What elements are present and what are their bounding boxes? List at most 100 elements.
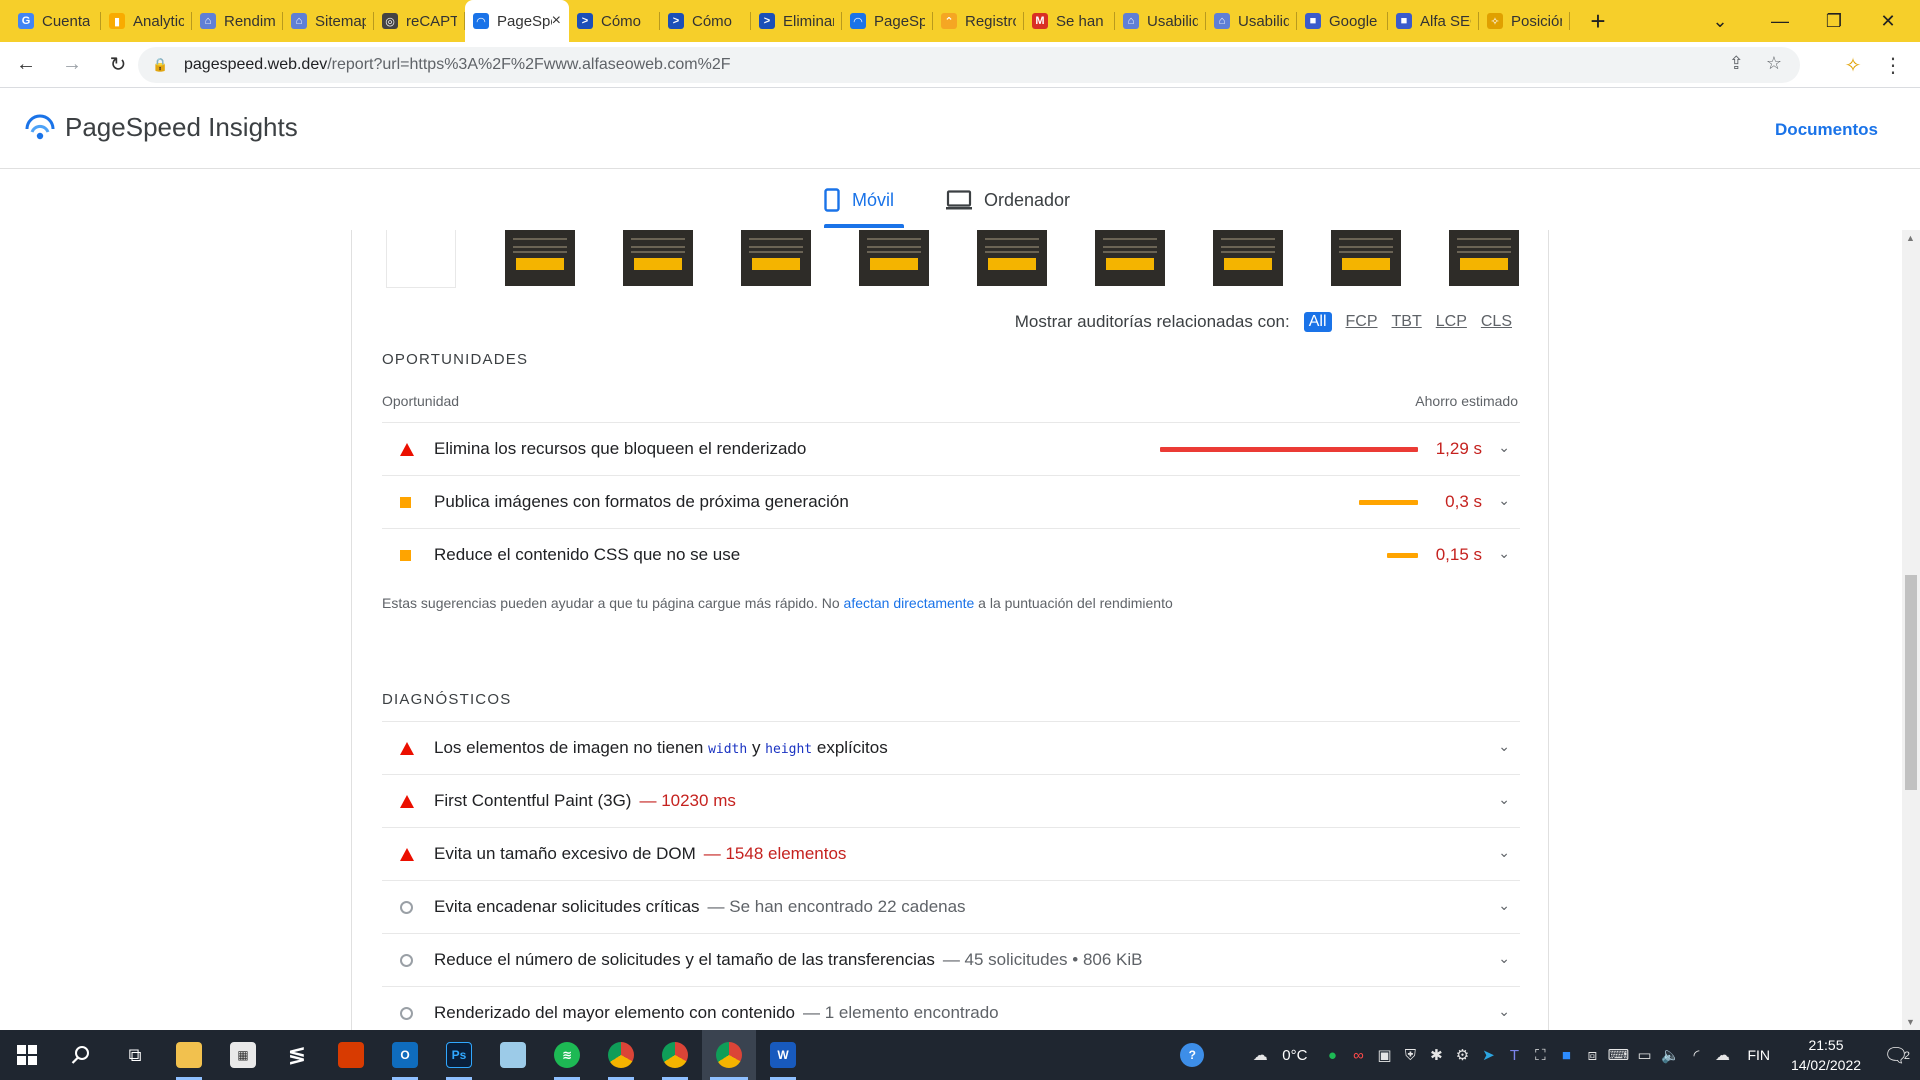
browser-tab[interactable]: ▮ Analytics — [101, 0, 192, 42]
browser-tab[interactable]: > Eliminar — [751, 0, 842, 42]
diagnostic-row[interactable]: First Contentful Paint (3G) — 10230 ms ⌄ — [382, 774, 1520, 827]
lock-icon[interactable]: 🔒 — [152, 57, 168, 73]
forward-icon[interactable]: → — [52, 45, 92, 85]
tab-mobile[interactable]: Móvil — [824, 170, 904, 230]
docs-link[interactable]: Documentos — [1775, 120, 1878, 140]
diagnostic-row[interactable]: Evita encadenar solicitudes críticas — Se… — [382, 880, 1520, 933]
tab-search-icon[interactable]: ⌄ — [1690, 0, 1750, 42]
browser-tab[interactable]: ⌂ Usabilidad — [1115, 0, 1206, 42]
spotify-icon[interactable]: ≋ — [540, 1030, 594, 1080]
diagnostic-row[interactable]: Evita un tamaño excesivo de DOM — 1548 el… — [382, 827, 1520, 880]
chrome-profile-2-icon[interactable] — [648, 1030, 702, 1080]
opportunity-row[interactable]: Elimina los recursos que bloqueen el ren… — [382, 422, 1520, 475]
browser-tab[interactable]: ■ Google — [1297, 0, 1388, 42]
chevron-down-icon[interactable]: ⌄ — [1498, 950, 1510, 967]
chevron-down-icon[interactable]: ⌄ — [1498, 492, 1510, 509]
close-tab-icon[interactable]: × — [552, 12, 561, 30]
wifi-icon[interactable]: ◜ — [1683, 1042, 1709, 1068]
teams-icon[interactable]: T — [1501, 1042, 1527, 1068]
tab-desktop[interactable]: Ordenador — [946, 170, 1070, 230]
browser-tab[interactable]: > Cómo — [569, 0, 660, 42]
browser-menu-icon[interactable]: ⋮ — [1878, 50, 1908, 80]
extension-icon[interactable]: ✧ — [1838, 50, 1868, 80]
temperature[interactable]: 0°C — [1282, 1047, 1307, 1064]
filter-cls[interactable]: CLS — [1481, 313, 1512, 331]
chevron-down-icon[interactable]: ⌄ — [1498, 545, 1510, 562]
weather-icon[interactable]: ☁ — [1238, 1042, 1282, 1068]
reload-icon[interactable]: ↻ — [98, 45, 138, 85]
browser-tab[interactable]: M Se han — [1024, 0, 1115, 42]
input-icon[interactable]: ⌨ — [1605, 1042, 1631, 1068]
slack-icon[interactable]: ✱ — [1423, 1042, 1449, 1068]
chevron-down-icon[interactable]: ⌄ — [1498, 738, 1510, 755]
creative-cloud-icon[interactable]: ∞ — [1345, 1042, 1371, 1068]
page-scrollbar[interactable]: ▲ ▼ — [1902, 230, 1920, 1030]
slash-app-icon[interactable]: ≶ — [270, 1030, 324, 1080]
address-bar[interactable]: 🔒 pagespeed.web.dev/report?url=https%3A%… — [138, 47, 1800, 83]
notifications-icon[interactable]: 🗨 2 — [1872, 1042, 1920, 1068]
new-tab-button[interactable]: + — [1580, 3, 1616, 39]
windows-start-icon[interactable] — [0, 1030, 54, 1080]
browser-tab[interactable]: ◎ reCAPTCHA — [374, 0, 465, 42]
scrollbar-thumb[interactable] — [1905, 575, 1917, 790]
security-icon[interactable]: ⛨ — [1397, 1042, 1423, 1068]
filter-lcp[interactable]: LCP — [1436, 313, 1467, 331]
pagespeed-logo-icon[interactable] — [24, 111, 56, 143]
chevron-down-icon[interactable]: ⌄ — [1498, 439, 1510, 456]
battery-icon[interactable]: ▭ — [1631, 1042, 1657, 1068]
browser-tab[interactable]: ⌂ Usabilidad — [1206, 0, 1297, 42]
restore-icon[interactable]: ❐ — [1804, 0, 1864, 42]
word-icon[interactable]: W — [756, 1030, 810, 1080]
filter-tbt[interactable]: TBT — [1392, 313, 1422, 331]
telegram-icon[interactable]: ➤ — [1475, 1042, 1501, 1068]
outlook-icon[interactable]: O — [378, 1030, 432, 1080]
filter-all[interactable]: All — [1303, 312, 1332, 332]
back-icon[interactable]: ← — [6, 45, 46, 85]
language-indicator[interactable]: FIN — [1747, 1047, 1770, 1063]
network-share-icon[interactable]: ⛶ — [1527, 1042, 1553, 1068]
browser-tab[interactable]: ⌃ Registro — [933, 0, 1024, 42]
scroll-down-icon[interactable]: ▼ — [1906, 1017, 1915, 1027]
browser-tab[interactable]: ◠ PageSpeed× — [465, 0, 569, 42]
browser-tab[interactable]: ⌂ Rendimiento — [192, 0, 283, 42]
score-impact-link[interactable]: afectan directamente — [844, 595, 975, 611]
chevron-down-icon[interactable]: ⌄ — [1498, 897, 1510, 914]
opportunity-row[interactable]: Reduce el contenido CSS que no se use 0,1… — [382, 528, 1520, 581]
browser-tab[interactable]: G Cuenta — [10, 0, 101, 42]
chrome-profile-3-icon[interactable] — [702, 1030, 756, 1080]
share-icon[interactable]: ⇪ — [1729, 53, 1744, 74]
help-icon[interactable]: ? — [1172, 1042, 1212, 1068]
settings-tray-icon[interactable]: ⚙ — [1449, 1042, 1475, 1068]
page-title[interactable]: PageSpeed Insights — [65, 112, 298, 143]
notepad-icon[interactable] — [486, 1030, 540, 1080]
chevron-down-icon[interactable]: ⌄ — [1498, 1003, 1510, 1020]
chrome-profile-1-icon[interactable] — [594, 1030, 648, 1080]
office-icon[interactable] — [324, 1030, 378, 1080]
browser-tab[interactable]: ⌂ Sitemaps — [283, 0, 374, 42]
browser-tab[interactable]: ■ Alfa SEO — [1388, 0, 1479, 42]
diagnostic-row[interactable]: Los elementos de imagen no tienen width … — [382, 721, 1520, 774]
filter-fcp[interactable]: FCP — [1346, 313, 1378, 331]
search-icon[interactable] — [54, 1030, 108, 1080]
volume-icon[interactable]: 🔈 — [1657, 1042, 1683, 1068]
store-icon[interactable]: ▦ — [216, 1030, 270, 1080]
browser-tab[interactable]: > Cómo — [660, 0, 751, 42]
opportunity-row[interactable]: Publica imágenes con formatos de próxima… — [382, 475, 1520, 528]
meet-now-icon[interactable]: ▣ — [1371, 1042, 1397, 1068]
photoshop-icon[interactable]: Ps — [432, 1030, 486, 1080]
file-explorer-icon[interactable] — [162, 1030, 216, 1080]
minimize-icon[interactable]: — — [1750, 0, 1810, 42]
scroll-up-icon[interactable]: ▲ — [1906, 233, 1915, 243]
task-view-icon[interactable]: ⧉ — [108, 1030, 162, 1080]
screenshot-icon[interactable]: ⧈ — [1579, 1042, 1605, 1068]
zoom-icon[interactable]: ■ — [1553, 1042, 1579, 1068]
chevron-down-icon[interactable]: ⌄ — [1498, 844, 1510, 861]
spotify-tray-icon[interactable]: ● — [1319, 1042, 1345, 1068]
bookmark-star-icon[interactable]: ☆ — [1766, 53, 1782, 74]
diagnostic-row[interactable]: Reduce el número de solicitudes y el tam… — [382, 933, 1520, 986]
clock[interactable]: 21:55 14/02/2022 — [1780, 1035, 1872, 1075]
browser-tab[interactable]: ✧ Posición — [1479, 0, 1570, 42]
chevron-down-icon[interactable]: ⌄ — [1498, 791, 1510, 808]
close-window-icon[interactable]: ✕ — [1858, 0, 1918, 42]
browser-tab[interactable]: ◠ PageSpeed — [842, 0, 933, 42]
